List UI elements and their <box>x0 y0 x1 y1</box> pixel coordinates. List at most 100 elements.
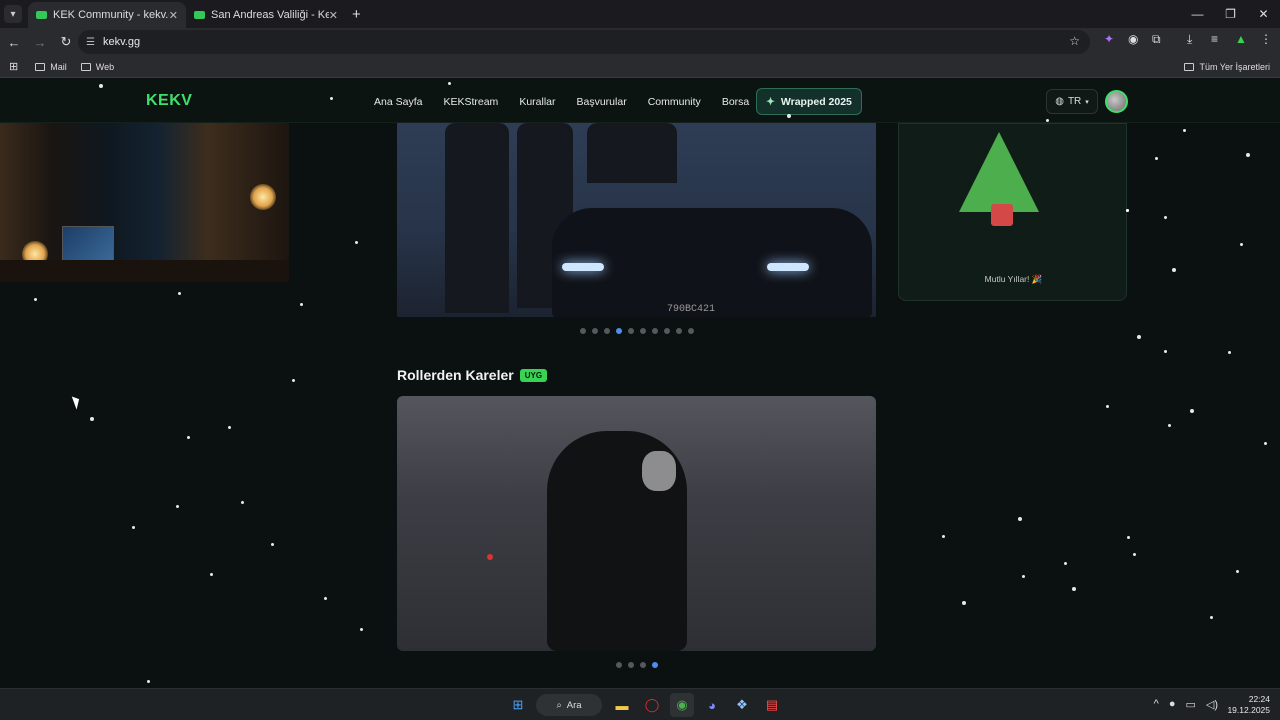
folder-icon <box>35 62 46 71</box>
snowflake <box>1046 119 1049 122</box>
bookmark-folder-mail[interactable]: Mail <box>35 62 67 72</box>
close-tab-icon[interactable]: ✕ <box>169 9 178 22</box>
browser-tab-strip: ▾ KEK Community - kekv.gg ✕ San Andreas … <box>0 0 1280 28</box>
address-bar[interactable]: ☰ kekv.gg ☆ <box>78 30 1090 54</box>
carousel-dot[interactable] <box>640 662 646 668</box>
tab-title: KEK Community - kekv.gg <box>53 9 169 21</box>
apps-grid-icon[interactable]: ⊞ <box>9 60 18 73</box>
carousel-dot[interactable] <box>640 328 646 334</box>
windows-start-icon[interactable]: ⊞ <box>506 693 530 717</box>
forward-icon[interactable]: → <box>28 35 52 50</box>
writer-app-icon[interactable]: ▤ <box>760 693 784 717</box>
carousel-dot[interactable] <box>604 328 610 334</box>
site-info-icon[interactable]: ☰ <box>86 37 95 48</box>
nav-link[interactable]: Community <box>648 96 701 108</box>
tab-kekpedia[interactable]: San Andreas Valiliği - Kekpedia ✕ <box>186 2 346 28</box>
bookmark-label: Web <box>95 61 115 72</box>
snowflake <box>1264 442 1267 445</box>
snowflake <box>228 426 231 429</box>
taskbar-search[interactable]: ⌕ Ara <box>536 694 602 716</box>
snowflake <box>99 84 103 88</box>
nav-link[interactable]: Kurallar <box>519 96 555 108</box>
snowflake <box>1155 157 1158 160</box>
snowflake <box>1164 216 1167 219</box>
reload-icon[interactable]: ↻ <box>54 34 78 50</box>
officer-figure <box>587 123 677 183</box>
christmas-tree-icon <box>959 132 1039 212</box>
snowflake <box>178 292 181 295</box>
carousel-dot[interactable] <box>628 328 634 334</box>
folder-icon <box>1184 62 1195 71</box>
site-logo[interactable]: KEKV <box>146 92 192 110</box>
carousel-dot[interactable] <box>676 328 682 334</box>
carousel-dot[interactable] <box>664 328 670 334</box>
search-icon: ⌕ <box>556 699 562 711</box>
profile-icon[interactable]: ▲ <box>1235 32 1247 46</box>
snowflake <box>1228 351 1231 354</box>
back-icon[interactable]: ← <box>2 35 26 50</box>
carousel-slide-police-image[interactable]: 790BC421 <box>397 123 876 317</box>
carousel-dot[interactable] <box>628 662 634 668</box>
nav-link[interactable]: KEKStream <box>443 96 498 108</box>
bookmark-label: Mail <box>50 61 67 72</box>
extensions-puzzle-icon[interactable]: ⧉ <box>1152 32 1161 47</box>
all-bookmarks-button[interactable]: Tüm Yer İşaretleri <box>1184 62 1270 72</box>
microphone-icon[interactable]: ● <box>1169 698 1176 711</box>
nav-link[interactable]: Borsa <box>722 96 749 108</box>
bookmark-star-icon[interactable]: ☆ <box>1069 34 1080 48</box>
network-icon[interactable]: ▭ <box>1185 698 1195 711</box>
section-badge: UYG <box>519 368 548 382</box>
file-explorer-icon[interactable]: ▬ <box>610 693 634 717</box>
snowflake <box>1133 553 1136 556</box>
user-avatar[interactable] <box>1105 90 1128 113</box>
snowflake <box>1126 209 1129 212</box>
snowflake <box>1106 405 1109 408</box>
system-clock[interactable]: 22:24 19.12.2025 <box>1227 694 1270 716</box>
carousel-dot[interactable] <box>592 328 598 334</box>
restore-icon[interactable]: ❐ <box>1214 0 1247 28</box>
all-bookmarks-label: Tüm Yer İşaretleri <box>1199 61 1270 72</box>
folder-icon <box>80 62 91 71</box>
carousel-slide-snow-image[interactable] <box>397 396 876 651</box>
volume-icon[interactable]: ◁) <box>1206 698 1218 711</box>
tab-search-button[interactable]: ▾ <box>4 5 22 23</box>
carousel-dot[interactable] <box>616 328 622 334</box>
nav-link[interactable]: Başvurular <box>577 96 627 108</box>
clock-time: 22:24 <box>1248 694 1270 704</box>
camera-icon[interactable]: ◉ <box>1128 32 1138 46</box>
bookmark-folder-web[interactable]: Web <box>80 61 115 72</box>
globe-icon: ◍ <box>1055 96 1064 107</box>
chrome-icon[interactable]: ◉ <box>670 693 694 717</box>
download-icon[interactable]: ⤓ <box>1187 32 1192 47</box>
room-floor <box>0 260 289 282</box>
language-selector[interactable]: ◍ TR ▾ <box>1046 89 1098 114</box>
snowflake <box>271 543 274 546</box>
extension-icon[interactable]: ✦ <box>1104 32 1114 46</box>
tray-chevron-icon[interactable]: ^ <box>1154 698 1159 711</box>
carousel-dot[interactable] <box>652 328 658 334</box>
carousel-dot[interactable] <box>688 328 694 334</box>
minimize-icon[interactable]: — <box>1181 0 1214 28</box>
carousel-dot[interactable] <box>616 662 622 668</box>
tab-kek-community[interactable]: KEK Community - kekv.gg ✕ <box>28 2 186 28</box>
tree-pot <box>991 204 1013 226</box>
wrapped-2025-button[interactable]: ✦ Wrapped 2025 <box>756 88 862 115</box>
carousel-dot[interactable] <box>652 662 658 668</box>
close-window-icon[interactable]: ✕ <box>1247 0 1280 28</box>
sparkle-icon: ✦ <box>766 95 775 108</box>
new-tab-button[interactable]: + <box>352 6 361 23</box>
menu-dots-icon[interactable]: ⋮ <box>1260 32 1272 46</box>
web-page: 790BC421 Rollerden Kareler UYG Mutlu Yıl… <box>0 79 1280 688</box>
app-icon[interactable]: ❖ <box>730 693 754 717</box>
media-control-icon[interactable]: ≡ <box>1211 32 1218 46</box>
snowflake <box>1236 570 1239 573</box>
site-navbar: KEKV Ana Sayfa KEKStream Kurallar Başvur… <box>0 79 1280 123</box>
close-tab-icon[interactable]: ✕ <box>329 9 338 22</box>
opera-icon[interactable]: ◯ <box>640 693 664 717</box>
snowflake <box>1164 350 1167 353</box>
nav-link[interactable]: Ana Sayfa <box>374 96 422 108</box>
holiday-card: Mutlu Yıllar! 🎉 <box>898 123 1127 301</box>
carousel-dot[interactable] <box>580 328 586 334</box>
snowflake <box>147 680 150 683</box>
discord-icon[interactable]: ◕ <box>700 693 724 717</box>
